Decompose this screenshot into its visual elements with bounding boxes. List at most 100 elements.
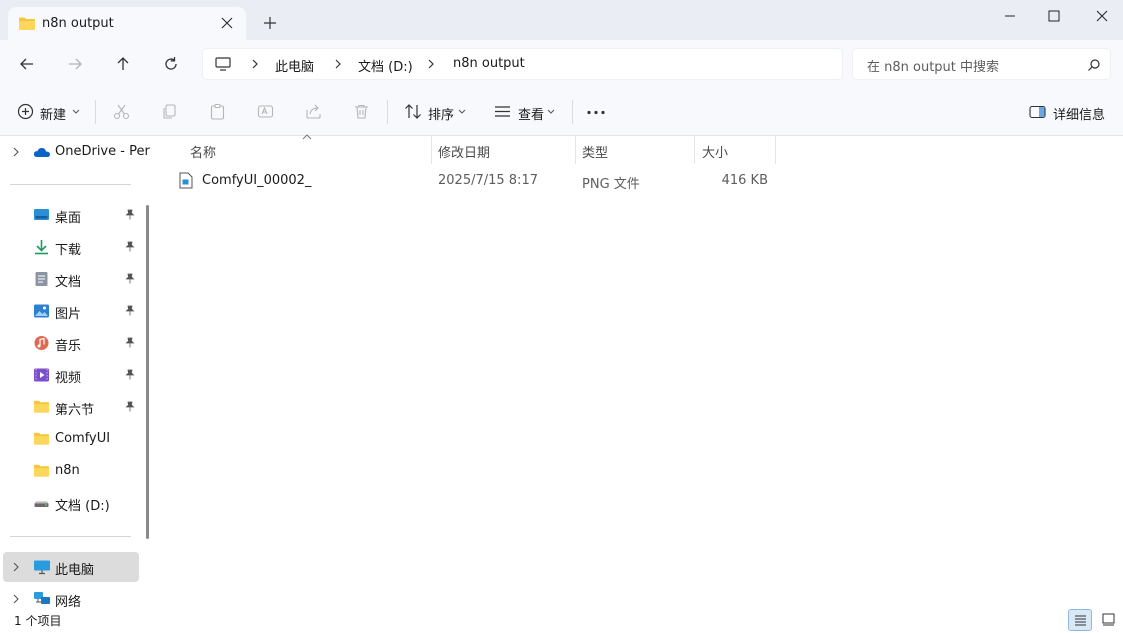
sidebar-item-label: 桌面	[55, 211, 82, 226]
column-divider[interactable]	[775, 136, 776, 164]
desktop-icon	[34, 209, 49, 220]
sidebar-item-label: 文档	[55, 275, 82, 290]
sidebar-item-network[interactable]: 网络	[0, 584, 146, 608]
forward-icon[interactable]	[65, 54, 85, 74]
breadcrumb-drive-d[interactable]: 文档 (D:)	[358, 56, 413, 75]
video-icon	[34, 368, 49, 382]
view-button[interactable]: 查看	[492, 88, 558, 136]
search-input[interactable]: 在 n8n output 中搜索	[867, 56, 999, 75]
close-window-icon[interactable]	[1088, 6, 1116, 26]
sort-label: 排序	[428, 108, 455, 123]
sidebar-item-music[interactable]: 音乐	[0, 328, 146, 358]
download-icon	[35, 240, 48, 255]
sidebar-divider	[10, 184, 131, 185]
back-icon[interactable]	[17, 54, 37, 74]
search-icon	[1088, 59, 1100, 71]
sidebar-item-drive-d[interactable]: 文档 (D:)	[0, 488, 146, 518]
navigation-pane: OneDrive - Per 桌面 下载 文档 图片 音乐 视频 第六节 Com…	[0, 136, 156, 608]
sidebar-item-documents[interactable]: 文档	[0, 264, 146, 294]
sidebar-item-label: 此电脑	[55, 563, 95, 578]
title-bar: n8n output	[0, 0, 1123, 40]
chevron-right-icon[interactable]	[332, 58, 344, 70]
file-row[interactable]: ComfyUI_00002_ 2025/7/15 8:17 PNG 文件 416…	[172, 166, 782, 196]
tab-n8n-output[interactable]: n8n output	[8, 7, 246, 40]
more-options-icon[interactable]	[586, 110, 606, 115]
column-header-modified[interactable]: 修改日期	[430, 136, 575, 164]
details-pane-button[interactable]: 详细信息	[1027, 88, 1107, 136]
column-header-label: 大小	[702, 146, 729, 161]
sidebar-item-n8n[interactable]: n8n	[0, 456, 146, 486]
up-icon[interactable]	[113, 54, 133, 74]
details-view-button[interactable]	[1068, 609, 1092, 631]
share-icon[interactable]	[305, 103, 322, 120]
column-header-type[interactable]: 类型	[574, 136, 694, 164]
sidebar-item-desktop[interactable]: 桌面	[0, 200, 146, 230]
breadcrumb-this-pc[interactable]: 此电脑	[275, 56, 314, 75]
file-list: 名称 修改日期 类型 大小 ComfyUI_00002_ 2025/7/15 8…	[156, 134, 1123, 608]
pin-icon[interactable]	[125, 369, 135, 380]
png-file-icon	[179, 172, 193, 189]
chevron-down-icon	[458, 109, 466, 114]
chevron-right-icon[interactable]	[249, 58, 261, 70]
sidebar-item-this-pc[interactable]: 此电脑	[3, 552, 139, 582]
refresh-icon[interactable]	[161, 54, 181, 74]
rename-icon[interactable]	[257, 103, 274, 120]
new-tab-icon[interactable]	[262, 15, 278, 31]
sidebar-scrollbar[interactable]	[146, 205, 149, 539]
address-bar[interactable]: 此电脑 文档 (D:) n8n output	[202, 48, 843, 80]
delete-icon[interactable]	[353, 103, 370, 120]
minimize-icon[interactable]	[996, 6, 1024, 26]
sort-button[interactable]: 排序	[402, 88, 470, 136]
pin-icon[interactable]	[125, 241, 135, 252]
column-header-label: 类型	[582, 146, 609, 161]
search-box[interactable]: 在 n8n output 中搜索	[852, 48, 1111, 80]
chevron-right-icon[interactable]	[10, 561, 22, 573]
close-tab-icon[interactable]	[219, 15, 235, 31]
details-label: 详细信息	[1053, 108, 1106, 123]
tiles-view-button[interactable]	[1097, 609, 1121, 631]
cut-icon[interactable]	[113, 103, 130, 120]
pin-icon[interactable]	[125, 337, 135, 348]
sidebar-item-downloads[interactable]: 下载	[0, 232, 146, 262]
sidebar-divider	[10, 536, 131, 537]
sidebar-item-label: 视频	[55, 371, 82, 386]
sidebar-item-section-six[interactable]: 第六节	[0, 392, 146, 422]
new-button[interactable]: 新建	[14, 88, 84, 136]
details-view-icon	[1075, 615, 1086, 626]
chevron-right-icon[interactable]	[10, 593, 22, 605]
folder-icon	[33, 432, 50, 445]
column-header-size[interactable]: 大小	[694, 136, 774, 164]
column-header-name[interactable]: 名称	[182, 134, 432, 164]
sidebar-item-label: 文档 (D:)	[55, 499, 110, 514]
breadcrumb-current-folder[interactable]: n8n output	[453, 56, 525, 71]
sidebar-item-label: 图片	[55, 307, 82, 322]
chevron-right-icon[interactable]	[10, 146, 22, 158]
pin-icon[interactable]	[125, 305, 135, 316]
chevron-down-icon	[72, 109, 80, 114]
document-icon	[35, 272, 48, 286]
paste-icon[interactable]	[209, 103, 226, 120]
maximize-icon[interactable]	[1040, 6, 1068, 26]
tiles-view-icon	[1102, 613, 1115, 626]
pin-icon[interactable]	[125, 273, 135, 284]
onedrive-cloud-icon	[33, 147, 50, 157]
drive-icon	[34, 501, 49, 507]
pin-icon[interactable]	[125, 401, 135, 412]
file-size: 416 KB	[721, 173, 768, 188]
sidebar-item-pictures[interactable]: 图片	[0, 296, 146, 326]
copy-icon[interactable]	[161, 103, 178, 120]
sidebar-item-comfyui[interactable]: ComfyUI	[0, 424, 146, 454]
item-count: 1 个项目	[14, 614, 62, 628]
sidebar-item-onedrive[interactable]: OneDrive - Per	[0, 137, 150, 167]
file-name: ComfyUI_00002_	[202, 173, 312, 188]
column-header-label: 修改日期	[438, 146, 491, 161]
details-pane-icon	[1029, 105, 1046, 119]
sidebar-item-label: 下载	[55, 243, 82, 258]
pictures-icon	[34, 304, 49, 318]
pin-icon[interactable]	[125, 209, 135, 220]
toolbar-divider	[572, 100, 573, 124]
chevron-right-icon[interactable]	[425, 58, 437, 70]
computer-icon	[215, 57, 231, 71]
sidebar-item-videos[interactable]: 视频	[0, 360, 146, 390]
command-bar: 新建 排序 查看 详细信息	[0, 88, 1123, 136]
